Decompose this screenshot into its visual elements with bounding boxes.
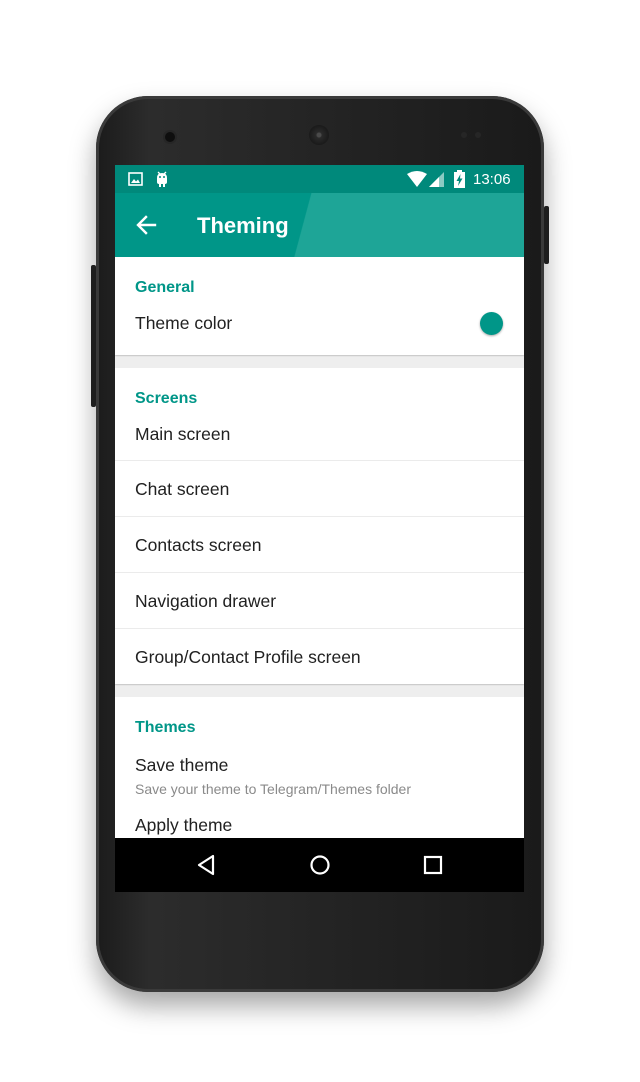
list-item-label: Main screen xyxy=(135,424,231,444)
themes-section: Themes Save theme Save your theme to Tel… xyxy=(115,697,524,838)
cell-signal-icon xyxy=(429,172,445,192)
status-bar: 13:06 xyxy=(115,165,524,193)
front-camera-icon xyxy=(165,132,175,142)
list-item-label: Contacts screen xyxy=(135,535,262,555)
theme-color-label: Theme color xyxy=(135,313,233,333)
section-header-general: General xyxy=(135,279,195,296)
screens-section: Screens Main screen Chat screen Contacts… xyxy=(115,368,524,684)
save-theme-row[interactable]: Save theme Save your theme to Telegram/T… xyxy=(115,743,524,803)
general-section: General Theme color xyxy=(115,257,524,355)
settings-list[interactable]: General Theme color Screens Main screen … xyxy=(115,257,524,838)
apply-theme-row[interactable]: Apply theme xyxy=(115,803,524,838)
device-screen: 13:06 Theming General Theme color Screen… xyxy=(115,165,524,892)
battery-charging-icon xyxy=(454,170,465,193)
list-item-chat-screen[interactable]: Chat screen xyxy=(115,461,524,517)
theme-color-swatch[interactable] xyxy=(480,312,503,335)
light-sensor xyxy=(475,132,481,138)
earpiece-speaker xyxy=(309,125,329,145)
list-item-profile-screen[interactable]: Group/Contact Profile screen xyxy=(115,629,524,684)
list-item-label: Navigation drawer xyxy=(135,591,277,611)
save-theme-summary: Save your theme to Telegram/Themes folde… xyxy=(135,781,411,797)
clock-time: 13:06 xyxy=(473,171,511,188)
section-header-themes: Themes xyxy=(135,719,196,736)
proximity-sensor xyxy=(461,132,467,138)
page-title: Theming xyxy=(197,213,289,238)
theme-color-row[interactable]: Theme color xyxy=(115,303,524,355)
list-item-label: Group/Contact Profile screen xyxy=(135,647,361,667)
home-circle-icon[interactable] xyxy=(300,847,340,883)
system-nav-bar xyxy=(115,838,524,892)
app-toolbar: Theming xyxy=(115,193,524,257)
section-header-screens: Screens xyxy=(135,390,198,407)
list-item-navigation-drawer[interactable]: Navigation drawer xyxy=(115,573,524,629)
list-item-label: Chat screen xyxy=(135,479,230,499)
android-debug-icon xyxy=(155,171,169,193)
power-button xyxy=(544,206,549,264)
save-theme-title: Save theme xyxy=(135,755,229,775)
recents-square-icon[interactable] xyxy=(413,847,453,883)
back-triangle-icon[interactable] xyxy=(186,847,226,883)
list-item-contacts-screen[interactable]: Contacts screen xyxy=(115,517,524,573)
arrow-back-icon[interactable] xyxy=(135,214,157,241)
image-icon xyxy=(128,172,143,191)
apply-theme-title: Apply theme xyxy=(135,815,233,835)
wifi-icon xyxy=(407,171,427,192)
volume-button xyxy=(91,265,96,407)
list-item-main-screen[interactable]: Main screen xyxy=(115,414,524,461)
